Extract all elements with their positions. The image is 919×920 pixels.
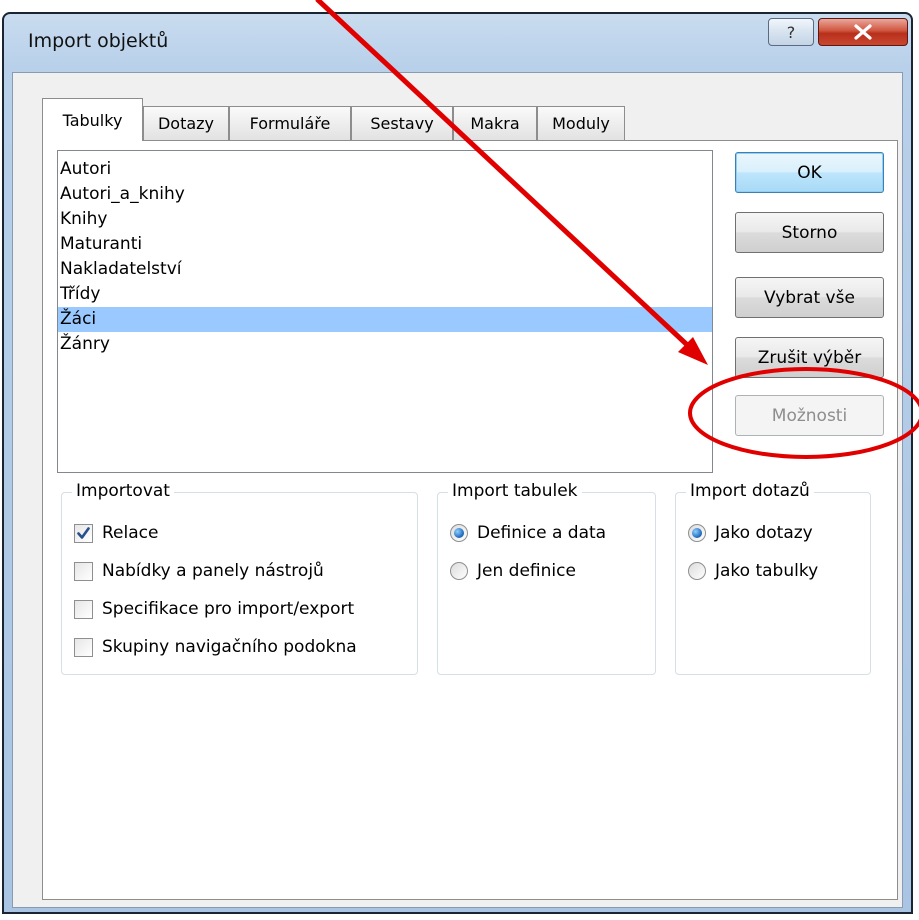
list-item[interactable]: Žánry <box>58 332 712 357</box>
import-tables-group-title: Import tabulek <box>448 481 582 501</box>
list-item-selected[interactable]: Žáci <box>58 307 712 332</box>
select-all-button[interactable]: Vybrat vše <box>735 277 884 318</box>
help-button[interactable]: ? <box>768 18 814 46</box>
nav-pane-groups-option[interactable]: Skupiny navigačního podokna <box>74 635 357 659</box>
help-icon: ? <box>786 22 796 42</box>
list-item[interactable]: Autori_a_knihy <box>58 182 712 207</box>
import-queries-group: Import dotazů Jako dotazy Jako tabulky <box>675 481 871 675</box>
tables-listbox[interactable]: Autori Autori_a_knihy Knihy Maturanti Na… <box>57 150 713 473</box>
tab-formulare[interactable]: Formuláře <box>229 106 351 140</box>
relations-option[interactable]: Relace <box>74 521 158 545</box>
menus-toolbars-label: Nabídky a panely nástrojů <box>102 561 324 581</box>
tab-panel-tabulky: Autori Autori_a_knihy Knihy Maturanti Na… <box>42 140 898 900</box>
import-export-specs-label: Specifikace pro import/export <box>102 599 355 619</box>
definition-only-option[interactable]: Jen definice <box>450 559 576 583</box>
as-tables-option[interactable]: Jako tabulky <box>688 559 818 583</box>
menus-toolbars-checkbox[interactable] <box>74 561 93 581</box>
definition-and-data-option[interactable]: Definice a data <box>450 521 606 545</box>
title-bar[interactable]: Import objektů ? x <box>4 14 911 74</box>
menus-toolbars-option[interactable]: Nabídky a panely nástrojů <box>74 559 324 583</box>
as-tables-radio[interactable] <box>688 562 706 580</box>
tab-sestavy[interactable]: Sestavy <box>351 106 453 140</box>
radio-dot-icon <box>692 528 702 538</box>
nav-pane-groups-label: Skupiny navigačního podokna <box>102 637 357 657</box>
checkmark-icon <box>77 526 90 539</box>
radio-dot-icon <box>454 528 464 538</box>
tab-dotazy[interactable]: Dotazy <box>143 106 229 140</box>
relations-label: Relace <box>102 523 159 543</box>
list-item[interactable]: Autori <box>58 157 712 182</box>
list-item[interactable]: Třídy <box>58 282 712 307</box>
list-item[interactable]: Knihy <box>58 207 712 232</box>
nav-pane-groups-checkbox[interactable] <box>74 637 93 657</box>
cancel-button[interactable]: Storno <box>735 212 884 253</box>
definition-only-label: Jen definice <box>477 561 576 581</box>
import-objects-dialog: Import objektů ? x Tabulky Dotazy Formul… <box>2 12 913 914</box>
options-button[interactable]: Možnosti <box>735 395 884 436</box>
definition-and-data-label: Definice a data <box>477 523 607 543</box>
tab-moduly[interactable]: Moduly <box>537 106 625 140</box>
as-queries-radio[interactable] <box>688 524 706 542</box>
relations-checkbox[interactable] <box>74 523 93 543</box>
tab-makra[interactable]: Makra <box>453 106 537 140</box>
definition-only-radio[interactable] <box>450 562 468 580</box>
as-queries-option[interactable]: Jako dotazy <box>688 521 813 545</box>
close-button[interactable]: x <box>818 18 908 46</box>
tab-tabulky[interactable]: Tabulky <box>42 98 143 141</box>
deselect-button[interactable]: Zrušit výběr <box>735 337 884 378</box>
import-export-specs-option[interactable]: Specifikace pro import/export <box>74 597 354 621</box>
dialog-client-area: Tabulky Dotazy Formuláře Sestavy Makra M… <box>12 72 903 908</box>
import-group: Importovat Relace Nabídky a panely nástr… <box>61 481 418 675</box>
as-queries-label: Jako dotazy <box>715 523 813 543</box>
close-icon <box>854 24 872 40</box>
as-tables-label: Jako tabulky <box>715 561 819 581</box>
import-queries-group-title: Import dotazů <box>686 481 814 501</box>
list-item[interactable]: Nakladatelství <box>58 257 712 282</box>
import-export-specs-checkbox[interactable] <box>74 599 93 619</box>
ok-button[interactable]: OK <box>735 152 884 193</box>
import-group-title: Importovat <box>72 481 174 501</box>
definition-and-data-radio[interactable] <box>450 524 468 542</box>
import-tables-group: Import tabulek Definice a data Jen defin… <box>437 481 656 675</box>
dialog-title: Import objektů <box>28 30 169 52</box>
list-item[interactable]: Maturanti <box>58 232 712 257</box>
